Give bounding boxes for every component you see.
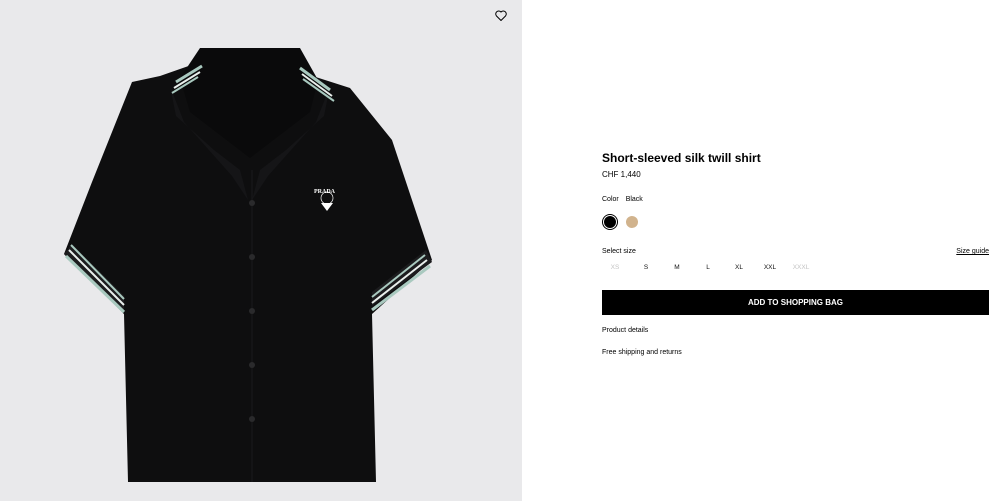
size-option-xl[interactable]: XL (735, 264, 743, 271)
product-image (64, 48, 432, 482)
product-details-link[interactable]: Product details (602, 327, 648, 334)
size-option-xxxl[interactable]: XXXL (793, 264, 810, 271)
product-price: CHF 1,440 (602, 170, 641, 179)
size-option-s[interactable]: S (644, 264, 648, 271)
size-guide-link[interactable]: Size guide (956, 248, 989, 255)
product-image-panel: PRADA (0, 0, 522, 501)
shipping-returns-link[interactable]: Free shipping and returns (602, 349, 682, 356)
color-swatch-black[interactable] (604, 216, 616, 228)
product-title: Short-sleeved silk twill shirt (602, 151, 761, 165)
add-to-bag-button[interactable]: ADD TO SHOPPING BAG (602, 290, 989, 315)
wishlist-button[interactable] (492, 6, 510, 24)
color-label: Color (602, 196, 619, 203)
size-option-l[interactable]: L (706, 264, 710, 271)
heart-icon (495, 10, 507, 21)
logo-text: PRADA (314, 189, 335, 195)
select-size-label: Select size (602, 248, 636, 255)
size-option-xs[interactable]: XS (611, 264, 620, 271)
color-swatch-beige[interactable] (626, 216, 638, 228)
color-value: Black (625, 196, 643, 203)
size-option-xxl[interactable]: XXL (764, 264, 776, 271)
size-options: XS S M L XL XXL XXXL (602, 264, 842, 274)
size-option-m[interactable]: M (674, 264, 679, 271)
color-row: Color Black (602, 196, 643, 203)
